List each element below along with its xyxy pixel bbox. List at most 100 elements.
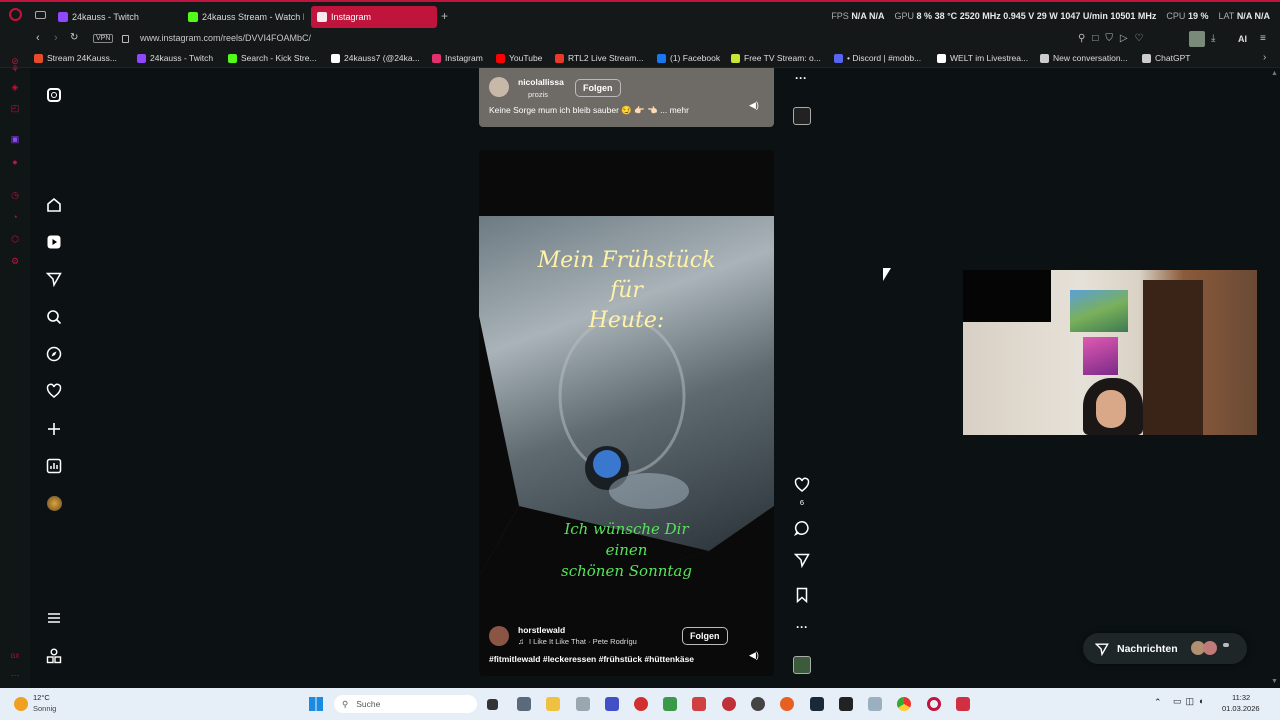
- reel-caption[interactable]: #fitmitlewald #leckeressen #frühstück #h…: [489, 654, 694, 664]
- profile-avatar-icon[interactable]: [46, 495, 62, 511]
- instagram-logo-icon[interactable]: [46, 87, 62, 103]
- bookmarks-overflow-icon[interactable]: ›: [1263, 52, 1266, 63]
- tab-overview-icon[interactable]: [35, 11, 46, 19]
- bookmark-item[interactable]: 24kauss - Twitch: [137, 53, 213, 63]
- reel-music-title[interactable]: I Like It Like That · Pete Rodrígu: [529, 637, 651, 646]
- bookmark-item[interactable]: 24kauss7 (@24ka...: [331, 53, 420, 63]
- dashboard-icon[interactable]: [46, 458, 62, 474]
- tab-twitch[interactable]: 24kauss - Twitch: [58, 6, 176, 28]
- bookmark-item[interactable]: New conversation...: [1040, 53, 1128, 63]
- forward-icon[interactable]: ›: [54, 32, 58, 44]
- url-field[interactable]: www.instagram.com/reels/DVVI4FOAMbC/: [140, 33, 311, 43]
- bookmark-item[interactable]: Search - Kick Stre...: [228, 53, 317, 63]
- app-icon[interactable]: [663, 697, 677, 711]
- app-icon[interactable]: [751, 697, 765, 711]
- reels-icon[interactable]: [46, 234, 62, 250]
- app-icon[interactable]: [605, 697, 619, 711]
- bookmark-item[interactable]: (1) Facebook: [657, 53, 720, 63]
- file-explorer-icon[interactable]: [546, 697, 560, 711]
- clock-date[interactable]: 01.03.2026: [1222, 704, 1260, 713]
- sidebar-shortcut-icon[interactable]: ◔: [10, 212, 20, 222]
- scroll-up-icon[interactable]: ▲: [1271, 70, 1278, 77]
- reel-previous[interactable]: nicolallissa prozis Folgen Keine Sorge m…: [479, 68, 774, 127]
- sidebar-more-icon[interactable]: ⋯: [10, 670, 20, 680]
- weather-icon[interactable]: [14, 697, 28, 711]
- vpn-badge[interactable]: VPN: [93, 34, 114, 43]
- sidebar-shortcut-icon[interactable]: ⬡: [10, 234, 20, 244]
- profile-avatar[interactable]: [1189, 31, 1205, 47]
- back-icon[interactable]: ‹: [36, 32, 40, 44]
- bookmark-item[interactable]: Stream 24Kauss...: [34, 53, 117, 63]
- also-from-meta-icon[interactable]: [46, 648, 62, 664]
- bookmark-item[interactable]: Free TV Stream: o...: [731, 53, 821, 63]
- scroll-down-icon[interactable]: ▼: [1271, 678, 1278, 685]
- opera-logo-icon[interactable]: [9, 8, 22, 21]
- tray-icons[interactable]: ▭◫◖: [1173, 696, 1207, 707]
- tab-instagram[interactable]: Instagram: [311, 6, 437, 28]
- reel-author-name[interactable]: nicolallissa: [518, 77, 564, 87]
- bookmark-item[interactable]: • Discord | #mobb...: [834, 53, 921, 63]
- bookmark-item[interactable]: YouTube: [496, 53, 542, 63]
- mute-icon[interactable]: ◀): [749, 650, 759, 661]
- tray-overflow-icon[interactable]: ⌃: [1154, 697, 1162, 708]
- task-view-icon[interactable]: [487, 699, 498, 710]
- reel-author-avatar[interactable]: [489, 77, 509, 97]
- app-icon[interactable]: [692, 697, 706, 711]
- more-options-icon[interactable]: ···: [795, 71, 807, 85]
- reel-video[interactable]: Mein Frühstück für Heute: Ich wünsche Di…: [479, 150, 774, 676]
- share-button[interactable]: [793, 552, 811, 568]
- notifications-icon[interactable]: [46, 383, 62, 399]
- audio-thumb-icon[interactable]: [793, 107, 811, 125]
- bookmark-item[interactable]: WELT im Livestrea...: [937, 53, 1028, 63]
- calculator-icon[interactable]: [517, 697, 531, 711]
- app-icon[interactable]: [780, 697, 794, 711]
- bookmark-item[interactable]: ChatGPT: [1142, 53, 1190, 63]
- app-icon[interactable]: [634, 697, 648, 711]
- messages-button[interactable]: Nachrichten: [1083, 633, 1247, 664]
- sidebar-settings-icon[interactable]: ⚙: [10, 256, 20, 266]
- explore-icon[interactable]: [46, 346, 62, 362]
- reel-caption[interactable]: Keine Sorge mum ich bleib sauber 😏 👉🏻 👈🏻…: [489, 105, 689, 116]
- sidebar-twitch-icon[interactable]: ▣: [10, 134, 20, 144]
- like-button[interactable]: [793, 477, 811, 493]
- windows-start-icon[interactable]: [309, 697, 323, 711]
- sidebar-shortcut-icon[interactable]: ●: [10, 157, 20, 167]
- sidebar-shortcut-icon[interactable]: ◈: [10, 82, 20, 92]
- app-icon[interactable]: [868, 697, 882, 711]
- bookmark-item[interactable]: RTL2 Live Stream...: [555, 53, 643, 63]
- home-icon[interactable]: [46, 197, 62, 213]
- search-icon[interactable]: [46, 309, 62, 325]
- menu-icon[interactable]: [46, 610, 62, 626]
- sidebar-shortcut-icon[interactable]: ⚘: [10, 64, 20, 74]
- follow-button[interactable]: Folgen: [682, 627, 728, 645]
- new-tab-button[interactable]: +: [441, 9, 448, 23]
- chrome-icon[interactable]: [897, 697, 911, 711]
- follow-button[interactable]: Folgen: [575, 79, 621, 97]
- sidebar-shortcut-icon[interactable]: ◷: [10, 190, 20, 200]
- menu-icon[interactable]: ≡: [1260, 33, 1266, 44]
- mute-icon[interactable]: ◀): [749, 100, 759, 111]
- app-icon[interactable]: [576, 697, 590, 711]
- reel-author-avatar[interactable]: [489, 626, 509, 646]
- download-icon[interactable]: ⤓: [1211, 33, 1215, 44]
- taskbar-search[interactable]: ⚲ Suche: [334, 695, 477, 713]
- comment-button[interactable]: [793, 520, 811, 536]
- clock-time[interactable]: 11:32: [1232, 693, 1250, 702]
- sidebar-shortcut-icon[interactable]: GX: [10, 652, 20, 662]
- opera-icon[interactable]: [927, 697, 941, 711]
- create-icon[interactable]: [46, 421, 62, 437]
- ai-button[interactable]: AI: [1238, 34, 1247, 44]
- direct-icon[interactable]: [46, 271, 62, 287]
- more-options-icon[interactable]: ···: [793, 620, 811, 634]
- reel-author-name[interactable]: horstlewald: [518, 625, 565, 635]
- audio-thumb-icon[interactable]: [793, 656, 811, 674]
- reload-icon[interactable]: ↻: [70, 32, 78, 43]
- app-icon[interactable]: [839, 697, 853, 711]
- steam-icon[interactable]: [810, 697, 824, 711]
- app-icon[interactable]: [722, 697, 736, 711]
- tab-kick[interactable]: 24kauss Stream - Watch I: [188, 6, 304, 28]
- app-icon[interactable]: [956, 697, 970, 711]
- sidebar-shortcut-icon[interactable]: ◰: [10, 103, 20, 113]
- save-button[interactable]: [793, 587, 811, 603]
- bookmark-item[interactable]: Instagram: [432, 53, 483, 63]
